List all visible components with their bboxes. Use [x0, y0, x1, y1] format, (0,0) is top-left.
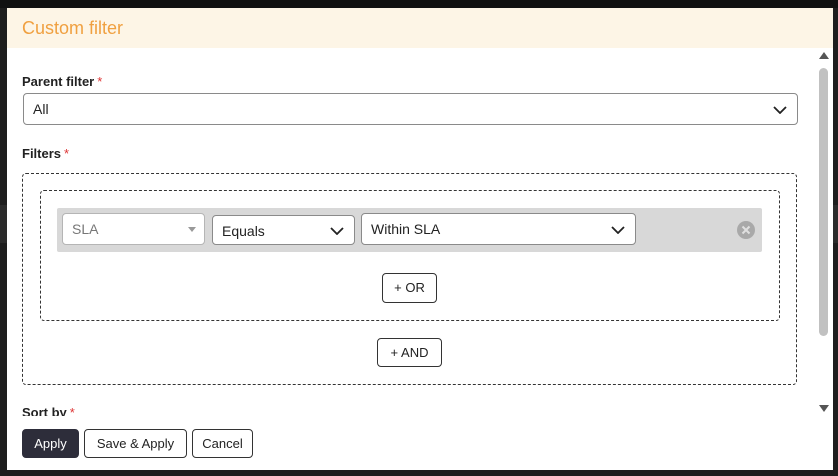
chevron-down-icon	[773, 106, 787, 114]
rule-operator-value: Equals	[222, 223, 265, 239]
remove-rule-icon[interactable]	[737, 221, 755, 239]
and-group: SLA Equals Within SLA + OR + AND	[22, 173, 797, 385]
scroll-down-arrow-icon[interactable]	[819, 405, 829, 412]
filter-rule-row: SLA Equals Within SLA	[57, 208, 762, 252]
dialog-title: Custom filter	[22, 18, 124, 38]
add-or-button[interactable]: + OR	[382, 273, 437, 303]
cancel-button[interactable]: Cancel	[192, 429, 253, 458]
parent-filter-label-text: Parent filter	[22, 74, 95, 89]
rule-value-value: Within SLA	[371, 221, 441, 237]
or-group: SLA Equals Within SLA + OR	[40, 190, 780, 321]
backdrop-header-strip	[0, 0, 838, 8]
apply-button[interactable]: Apply	[22, 429, 79, 458]
rule-field-value: SLA	[72, 221, 99, 237]
backdrop-band	[0, 205, 7, 243]
scrollbar-thumb[interactable]	[819, 68, 828, 336]
scroll-up-arrow-icon[interactable]	[819, 52, 829, 59]
caret-down-icon	[188, 227, 196, 232]
filters-label: Filters *	[22, 146, 69, 161]
required-mark: *	[97, 74, 103, 89]
scrollbar[interactable]	[818, 52, 830, 416]
parent-filter-select[interactable]: All	[23, 93, 798, 125]
filters-label-text: Filters	[22, 146, 62, 161]
sort-by-label-text: Sort by	[22, 405, 67, 416]
required-mark: *	[64, 146, 70, 161]
chevron-down-icon	[330, 227, 344, 235]
dialog-header: Custom filter	[7, 8, 833, 48]
rule-field-select[interactable]: SLA	[62, 213, 205, 245]
rule-value-select[interactable]: Within SLA	[361, 213, 636, 245]
add-and-button[interactable]: + AND	[377, 338, 442, 367]
chevron-down-icon	[611, 226, 625, 234]
parent-filter-label: Parent filter *	[22, 74, 102, 89]
required-mark: *	[69, 405, 75, 416]
backdrop-band-right	[833, 205, 838, 243]
dialog-body: Parent filter * All Filters * SLA Equals…	[7, 48, 817, 416]
parent-filter-value: All	[33, 101, 49, 117]
rule-operator-select[interactable]: Equals	[212, 215, 355, 245]
custom-filter-dialog: Custom filter Parent filter * All Filters…	[7, 8, 833, 470]
sort-by-label: Sort by *	[22, 405, 75, 416]
save-and-apply-button[interactable]: Save & Apply	[84, 429, 187, 458]
